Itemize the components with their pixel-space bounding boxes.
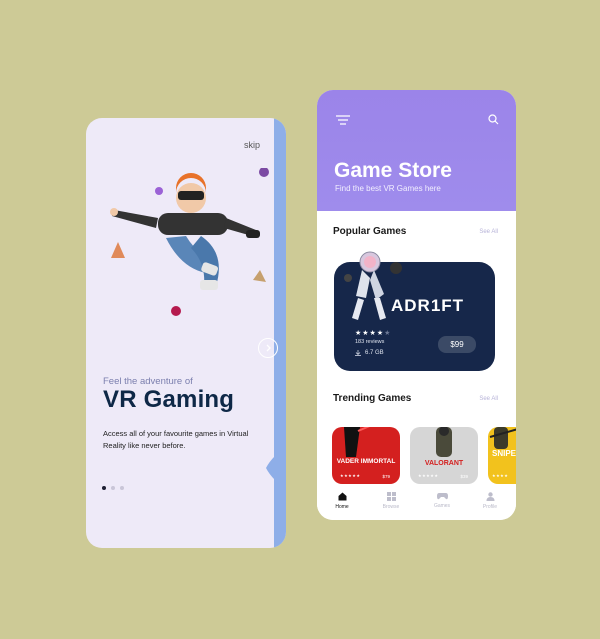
astronaut-illustration [344,251,402,320]
nav-label: Profile [482,504,498,510]
rating-stars: ★★★★ [492,473,509,478]
nav-browse[interactable]: Browse [376,492,406,510]
home-icon [338,492,346,501]
page-dot[interactable] [102,486,106,490]
store-screen: Game Store Find the best VR Games here P… [317,90,516,520]
skip-button[interactable]: skip [244,140,260,150]
headline: VR Gaming [103,386,235,413]
page-title: Game Store [334,159,452,182]
game-name: VADER IMMORTAL [336,458,396,465]
trending-heading: Trending Games [333,393,412,404]
rating-stars: ★★★★★ [355,330,392,337]
rating-stars: ★★★★★ [418,473,439,478]
grid-icon [386,492,396,501]
filter-menu-icon[interactable] [336,115,350,125]
search-icon[interactable] [488,114,499,125]
nav-profile[interactable]: Profile [475,492,505,510]
gamepad-icon [436,493,448,500]
game-price: $79 [382,474,390,479]
page-dot[interactable] [120,486,124,490]
trending-game-card[interactable]: VALORANT ★★★★★ $39 [410,427,478,484]
page-subtitle: Find the best VR Games here [335,184,441,193]
review-count: 183 reviews [355,339,385,345]
vr-character-illustration [110,168,269,316]
bottom-nav: Home Browse Games Profile [317,486,516,520]
next-button[interactable] [258,338,278,358]
rating-stars: ★★★★★ [340,473,361,478]
game-name: SNIPE [492,449,516,458]
featured-game-card[interactable]: ADR1FT ★★★★★ 183 reviews 6.7 GB $99 [334,251,495,371]
popular-see-all-link[interactable]: See All [479,229,498,235]
profile-icon [486,492,494,501]
page-dot[interactable] [111,486,115,490]
description: Access all of your favourite games in Vi… [103,429,249,450]
game-price: $39 [460,474,468,479]
nav-games[interactable]: Games [427,492,457,509]
trending-game-card[interactable]: VADER IMMORTAL ★★★★★ $79 [332,427,400,484]
onboarding-screen: skip Feel the adventure of VR Gaming Acc… [86,118,286,548]
trending-see-all-link[interactable]: See All [479,396,498,402]
price-button[interactable]: $99 [438,336,476,353]
download-size: 6.7 GB [355,350,384,356]
trending-list: VADER IMMORTAL ★★★★★ $79 VALORANT ★★★★★ … [332,427,516,484]
featured-game-title: ADR1FT [391,296,465,315]
chevron-right-icon [266,344,271,352]
nav-label: Games [433,503,451,509]
popular-heading: Popular Games [333,226,407,237]
download-size-value: 6.7 GB [365,350,384,356]
download-icon [355,350,361,356]
store-header: Game Store Find the best VR Games here [317,90,516,211]
nav-home[interactable]: Home [327,492,357,510]
nav-label: Home [335,504,349,510]
pagination-dots [102,486,124,490]
game-name: VALORANT [424,460,464,467]
nav-label: Browse [382,504,400,510]
trending-game-card[interactable]: SNIPE ★★★★ [488,427,516,484]
